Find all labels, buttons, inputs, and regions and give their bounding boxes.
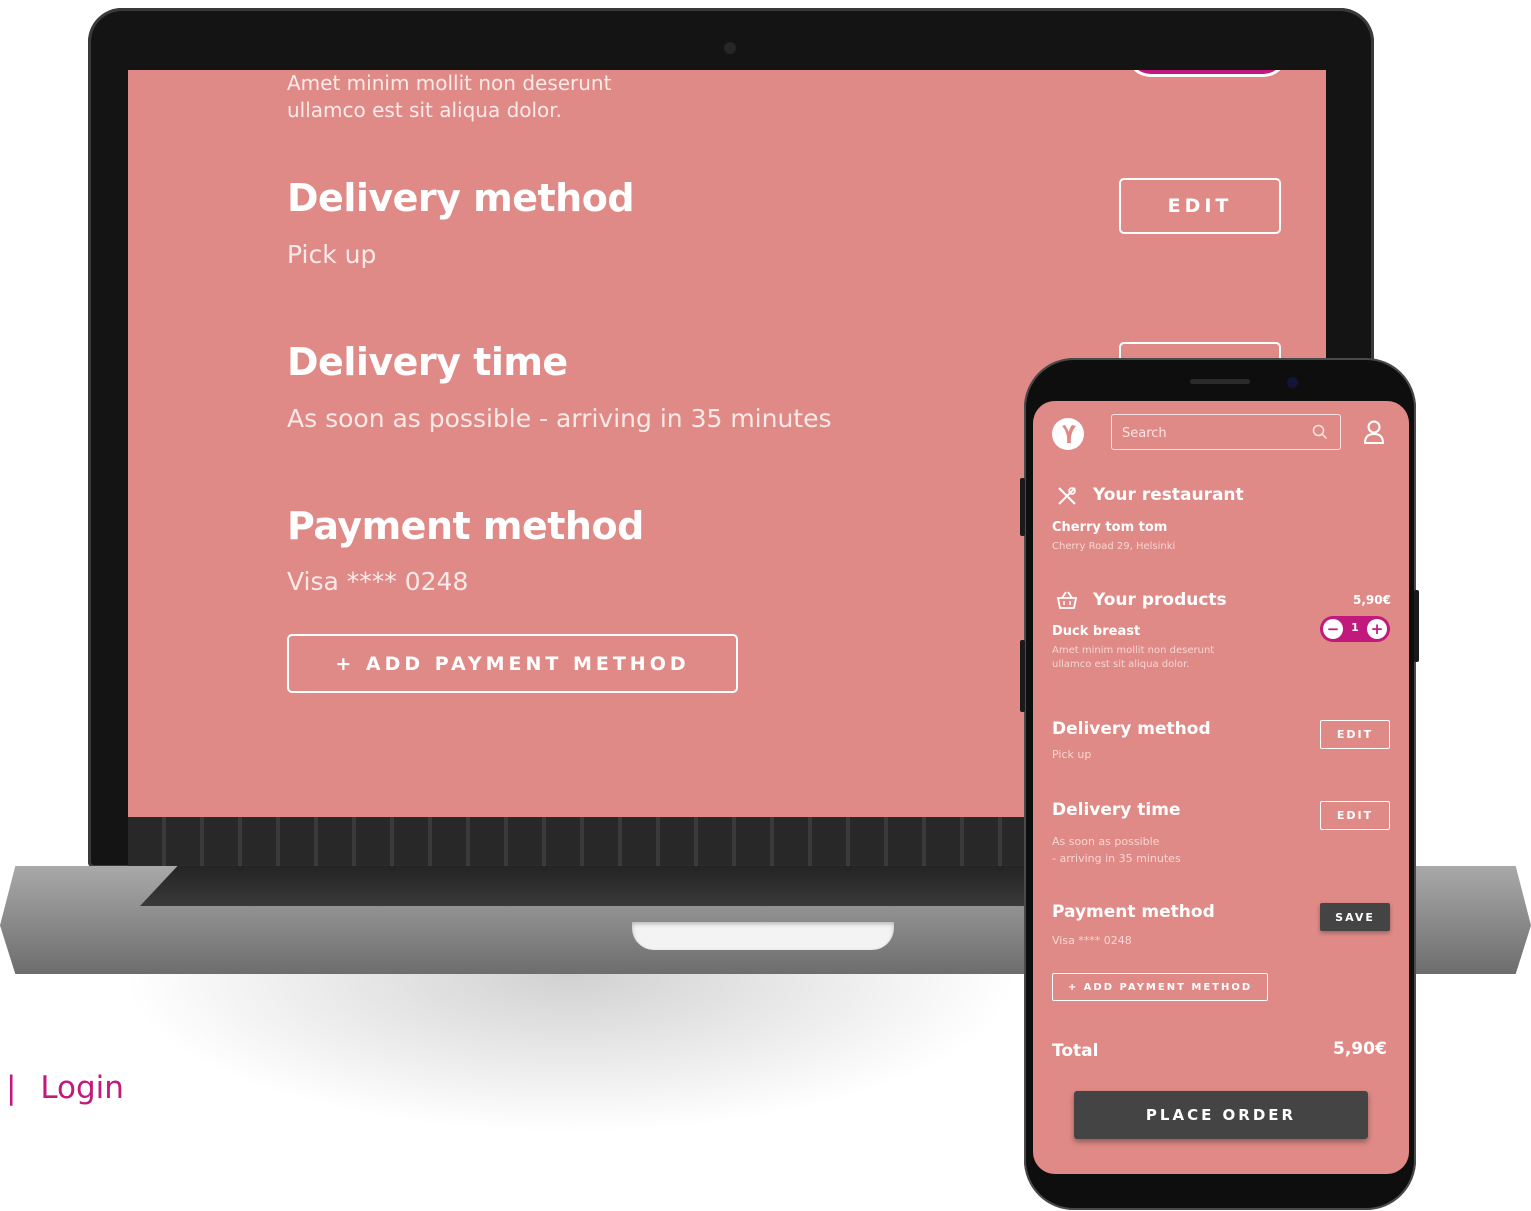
search-icon[interactable] [1312,424,1328,440]
quantity-stepper: − 1 + [1320,616,1390,642]
product-description: Amet minim mollit non deserunt ullamco e… [287,70,611,124]
payment-method-value: Visa **** 0248 [1052,934,1132,947]
total-value: 5,90€ [1333,1039,1387,1059]
product-description-line2: ullamco est sit aliqua dolor. [1052,659,1190,670]
basket-icon [1056,591,1078,609]
laptop-quantity-stepper[interactable] [1126,70,1288,77]
products-title: Your products [1093,590,1227,610]
product-description-line1: Amet minim mollit non deserunt [287,71,612,95]
login-link[interactable]: Login [40,1070,124,1106]
delivery-time-value: As soon as possible - arriving in 35 min… [287,404,832,433]
delivery-time-value-line2: - arriving in 35 minutes [1052,852,1181,865]
restaurant-icon [1058,487,1076,505]
delivery-method-title: Delivery method [287,176,635,220]
phone-volume-down [1020,640,1025,712]
phone-screen: Your restaurant Cherry tom tom Cherry Ro… [1033,401,1409,1174]
payment-method-title: Payment method [287,504,644,548]
delivery-time-edit-button[interactable]: EDIT [1320,801,1390,830]
product-price: 5,90€ [1353,593,1391,607]
delivery-method-edit-button[interactable]: EDIT [1320,720,1390,749]
quantity-value: 1 [1351,621,1359,634]
laptop-shadow [120,974,1020,1134]
delivery-method-value: Pick up [1052,748,1092,761]
footer-login: | Login [6,1070,124,1106]
restaurant-name: Cherry tom tom [1052,520,1168,535]
search-box [1111,414,1341,450]
delivery-time-value-line1: As soon as possible [1052,835,1160,848]
brand-logo[interactable] [1052,418,1084,450]
payment-method-value: Visa **** 0248 [287,567,469,596]
delivery-time-title: Delivery time [287,340,568,384]
user-icon[interactable] [1363,419,1385,445]
delivery-method-value: Pick up [287,240,377,269]
delivery-method-title: Delivery method [1052,719,1211,739]
delivery-time-value: As soon as possible - arriving in 35 min… [1052,833,1181,867]
search-input[interactable] [1120,421,1304,445]
laptop-notch [632,922,894,950]
phone-speaker [1190,379,1250,384]
add-payment-method-button[interactable]: + ADD PAYMENT METHOD [1052,973,1268,1001]
product-description: Amet minim mollit non deserunt ullamco e… [1052,644,1214,672]
restaurant-address: Cherry Road 29, Helsinki [1052,541,1176,552]
total-label: Total [1052,1041,1099,1061]
increase-quantity-button[interactable]: + [1367,619,1387,639]
decrease-quantity-button[interactable]: − [1323,619,1343,639]
product-description-line1: Amet minim mollit non deserunt [1052,645,1215,656]
product-name: Duck breast [1052,624,1141,639]
payment-method-title: Payment method [1052,902,1215,922]
delivery-method-edit-button[interactable]: EDIT [1119,178,1281,234]
brand-logo-icon [1062,425,1076,443]
restaurant-title: Your restaurant [1093,485,1244,505]
laptop-camera [724,42,736,54]
phone-side-button [1414,590,1419,662]
phone-camera [1287,377,1298,388]
payment-method-save-button[interactable]: SAVE [1320,903,1390,931]
delivery-time-title: Delivery time [1052,800,1181,820]
footer-separator: | [6,1070,17,1106]
phone-volume-up [1020,478,1025,536]
add-payment-method-button[interactable]: + ADD PAYMENT METHOD [287,634,738,693]
product-description-line2: ullamco est sit aliqua dolor. [287,98,563,122]
place-order-button[interactable]: PLACE ORDER [1074,1091,1368,1139]
